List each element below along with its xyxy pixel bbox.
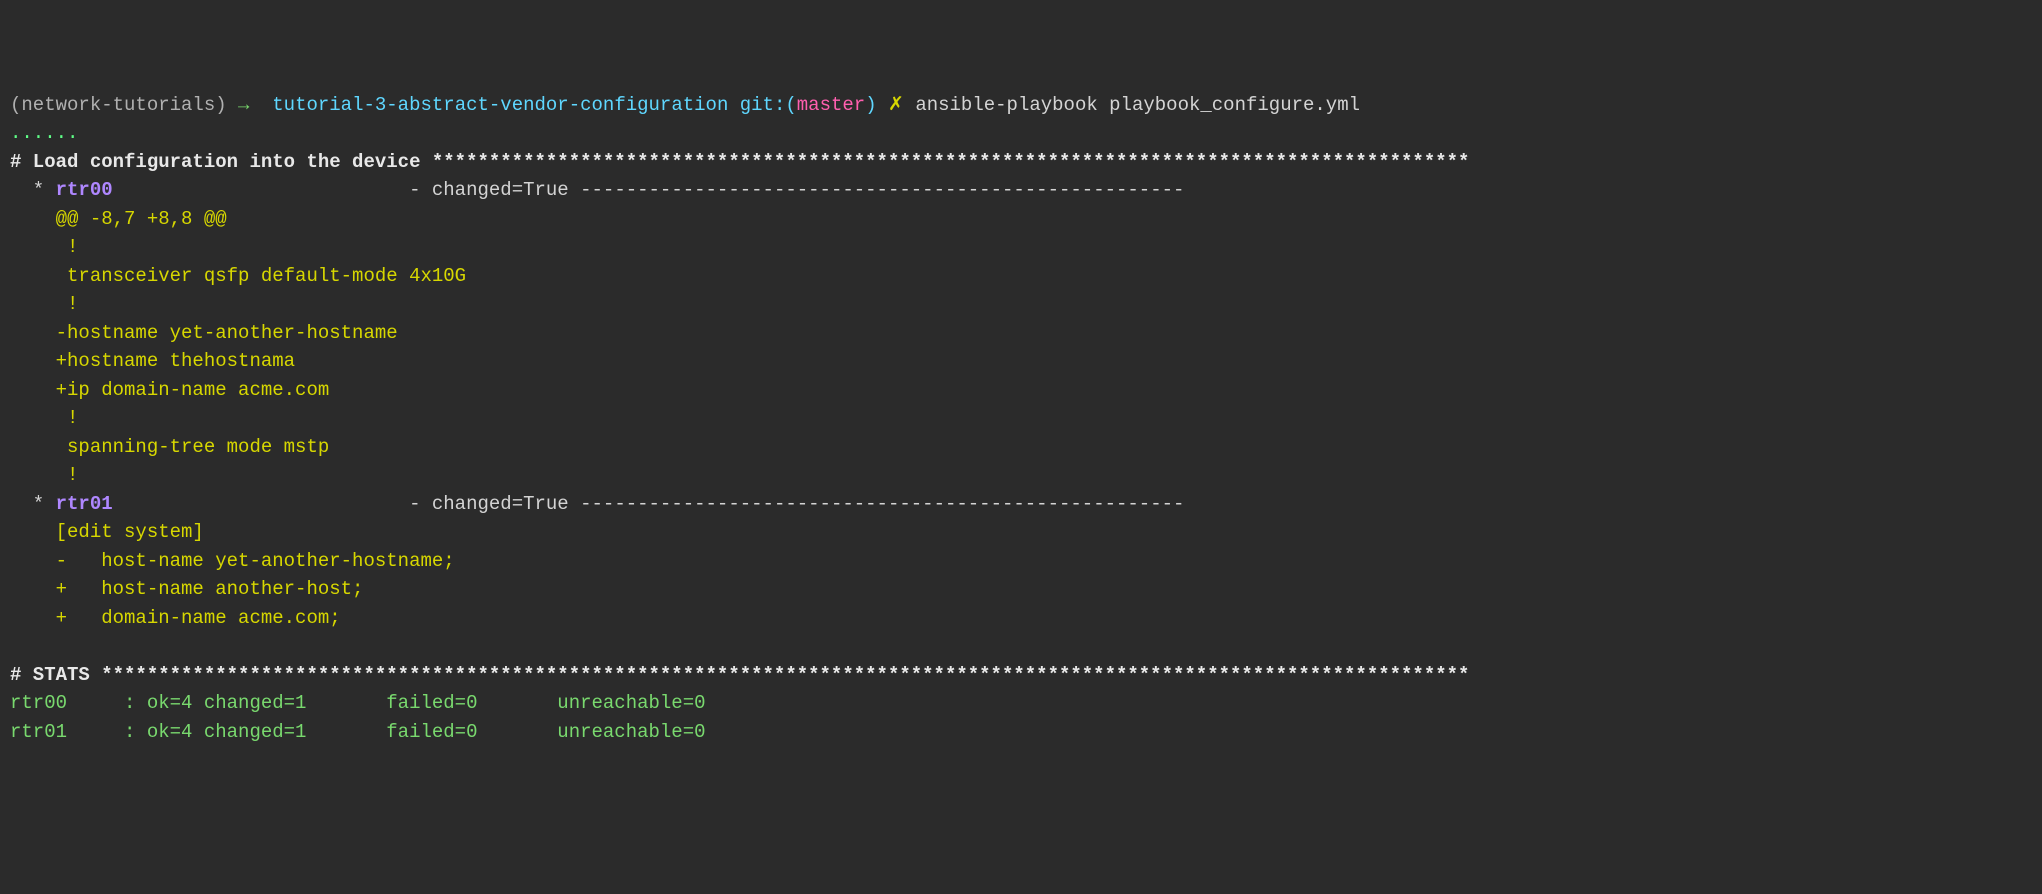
diff-added-line: +ip domain-name acme.com [10, 379, 329, 401]
dash-line: ----------------------------------------… [580, 493, 1184, 515]
stats-row-rtr00: rtr00 : ok=4 changed=1 failed=0 unreacha… [10, 692, 706, 714]
diff-added-line: + host-name another-host; [10, 578, 363, 600]
host-name-rtr01: rtr01 [56, 493, 113, 515]
prompt-env: (network-tutorials) [10, 94, 227, 116]
host-pad [113, 179, 409, 201]
prompt-paren-open: ( [785, 94, 796, 116]
terminal-output: (network-tutorials) → tutorial-3-abstrac… [10, 91, 2032, 747]
diff-removed-line: - host-name yet-another-hostname; [10, 550, 455, 572]
host-name-rtr00: rtr00 [56, 179, 113, 201]
changed-status: - changed=True [409, 179, 580, 201]
prompt-dirty-icon: ✗ [888, 94, 904, 116]
diff-line: ! [10, 464, 78, 486]
changed-status: - changed=True [409, 493, 580, 515]
diff-line: ! [10, 236, 78, 258]
prompt-paren-close: ) [865, 94, 876, 116]
diff-line: ! [10, 407, 78, 429]
diff-line: spanning-tree mode mstp [10, 436, 329, 458]
diff-added-line: + domain-name acme.com; [10, 607, 341, 629]
stats-header: # STATS ********************************… [10, 664, 1469, 686]
prompt-cwd: tutorial-3-abstract-vendor-configuration [272, 94, 728, 116]
dash-line: ----------------------------------------… [580, 179, 1184, 201]
progress-dots: ...... [10, 122, 78, 144]
host-bullet: * [10, 493, 56, 515]
stats-row-rtr01: rtr01 : ok=4 changed=1 failed=0 unreacha… [10, 721, 706, 743]
task-header: # Load configuration into the device ***… [10, 151, 1469, 173]
diff-added-line: +hostname thehostnama [10, 350, 295, 372]
prompt-git-label: git: [740, 94, 786, 116]
command-input[interactable]: ansible-playbook playbook_configure.yml [915, 94, 1360, 116]
diff-hunk-header: @@ -8,7 +8,8 @@ [10, 208, 227, 230]
diff-removed-line: -hostname yet-another-hostname [10, 322, 398, 344]
host-pad [113, 493, 409, 515]
prompt-arrow-icon: → [238, 94, 249, 116]
host-bullet: * [10, 179, 56, 201]
prompt-git-branch: master [797, 94, 865, 116]
diff-line: ! [10, 293, 78, 315]
diff-edit-section: [edit system] [10, 521, 204, 543]
diff-line: transceiver qsfp default-mode 4x10G [10, 265, 466, 287]
